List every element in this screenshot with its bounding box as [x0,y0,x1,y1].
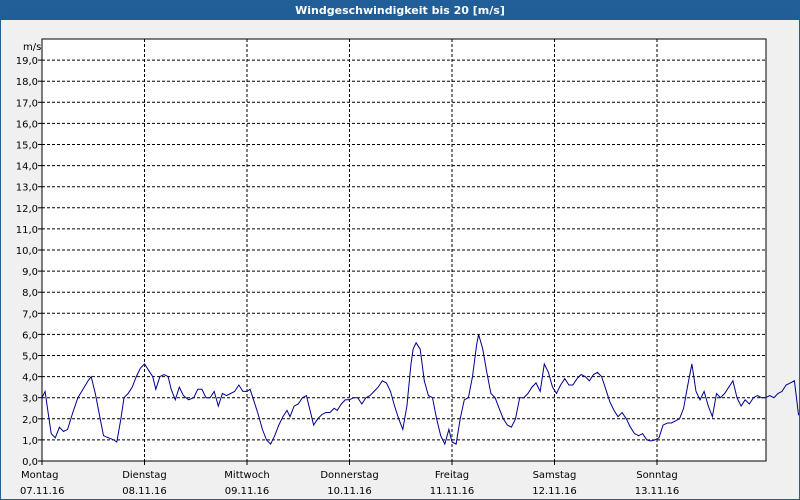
y-tick-label: 12,0 [16,204,38,215]
x-date-label: 10.11.16 [327,486,372,497]
y-tick-label: 15,0 [16,141,38,152]
x-date-label: 07.11.16 [20,486,65,497]
x-date-label: 11.11.16 [430,486,475,497]
x-day-label: Dienstag [122,470,167,481]
y-axis: 0,0 1,0 2,0 3,0 4,0 5,0 6,0 7,0 8,0 9,0 10,0 11,0 12… [16,56,42,468]
y-tick-label: 13,0 [16,183,38,194]
y-tick-label: 1,0 [22,436,38,447]
y-tick-label: 3,0 [22,394,38,405]
x-date-label: 08.11.16 [122,486,167,497]
x-day-label: Freitag [435,470,469,481]
y-tick-label: 4,0 [22,373,38,384]
x-date-label: 13.11.16 [635,486,680,497]
y-tick-label: 18,0 [16,77,38,88]
y-tick-label: 6,0 [22,330,38,341]
x-day-label: Mittwoch [224,470,269,481]
wind-speed-chart: 0,0 1,0 2,0 3,0 4,0 5,0 6,0 7,0 8,0 9,0 10,0 11,0 12… [16,38,799,497]
x-date-label: 12.11.16 [532,486,577,497]
y-tick-label: 7,0 [22,309,38,320]
x-axis: Montag 07.11.16 Dienstag 08.11.16 Mittwoch 09… [20,461,679,497]
y-tick-label: 8,0 [22,288,38,299]
x-day-label: Donnerstag [320,470,378,481]
y-tick-label: 0,0 [22,457,38,468]
y-tick-label: 16,0 [16,119,38,130]
y-tick-label: 19,0 [16,56,38,67]
y-tick-label: 9,0 [22,267,38,278]
x-day-label: Montag [21,470,58,481]
chart-window: Windgeschwindigkeit bis 20 [m/s] 0,0 1,0 2… [0,0,800,500]
x-day-label: Sonntag [636,470,678,481]
y-tick-label: 2,0 [22,415,38,426]
x-date-label: 09.11.16 [225,486,270,497]
y-tick-label: 5,0 [22,352,38,363]
y-tick-label: 10,0 [16,246,38,257]
y-axis-unit-label: m/s [23,42,41,53]
y-tick-label: 11,0 [16,225,38,236]
x-day-label: Samstag [533,470,577,481]
y-tick-label: 17,0 [16,98,38,109]
y-tick-label: 14,0 [16,162,38,173]
